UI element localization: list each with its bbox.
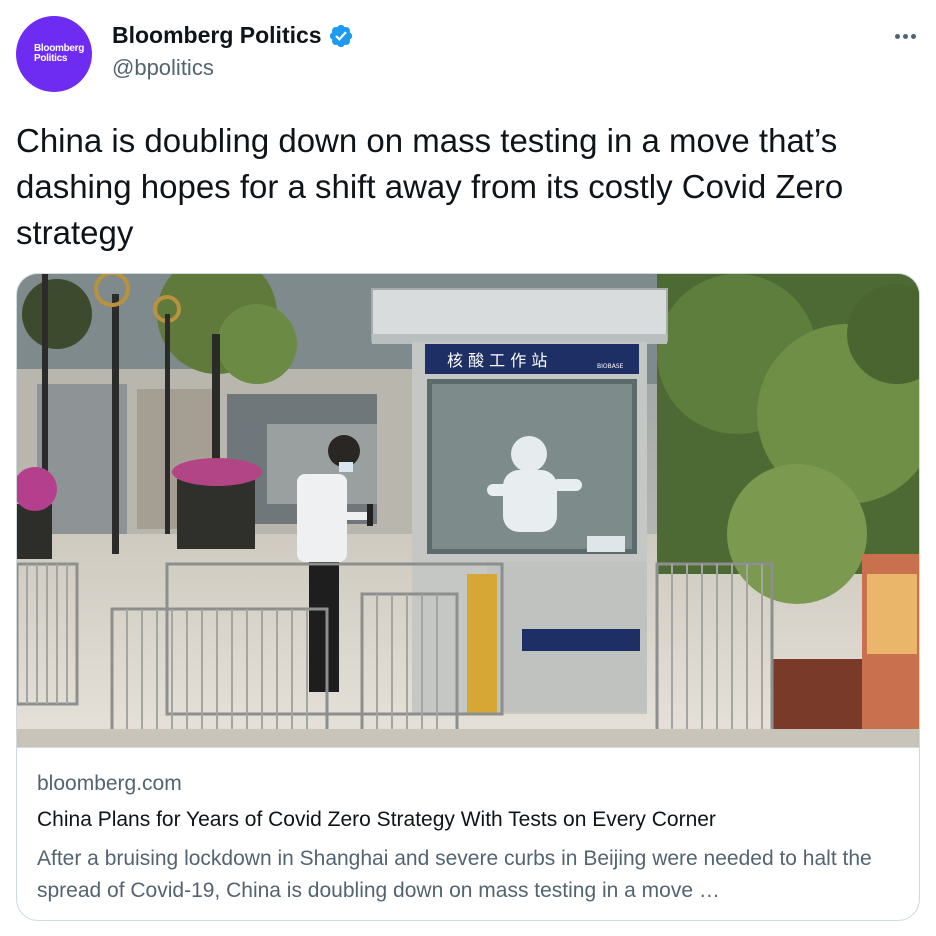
author-handle[interactable]: @bpolitics <box>112 55 354 81</box>
avatar[interactable]: Bloomberg Politics <box>16 16 92 92</box>
card-description: After a bruising lockdown in Shanghai an… <box>37 847 872 902</box>
author-display-name[interactable]: Bloomberg Politics <box>112 22 322 49</box>
avatar-text-line2: Politics <box>34 53 68 64</box>
author-info: Bloomberg Politics @bpolitics <box>112 22 354 81</box>
card-meta: bloomberg.com China Plans for Years of C… <box>17 747 919 907</box>
card-domain: bloomberg.com <box>37 772 182 795</box>
booth-sign-text: 核 酸 工 作 站 <box>447 351 547 370</box>
verified-badge-icon <box>329 24 352 47</box>
card-image[interactable]: 核 酸 工 作 站 BIOBASE <box>17 274 919 747</box>
more-options-icon[interactable] <box>890 24 920 48</box>
card-title: China Plans for Years of Covid Zero Stra… <box>37 808 716 831</box>
card-photo: 核 酸 工 作 站 BIOBASE <box>17 274 919 747</box>
tweet-header: Bloomberg Politics Bloomberg Politics @b… <box>16 14 920 96</box>
link-card[interactable]: 核 酸 工 作 站 BIOBASE bloomberg.com China Pl… <box>16 273 920 921</box>
booth-sign-brand: BIOBASE <box>597 363 624 370</box>
tweet-text: China is doubling down on mass testing i… <box>16 122 844 251</box>
